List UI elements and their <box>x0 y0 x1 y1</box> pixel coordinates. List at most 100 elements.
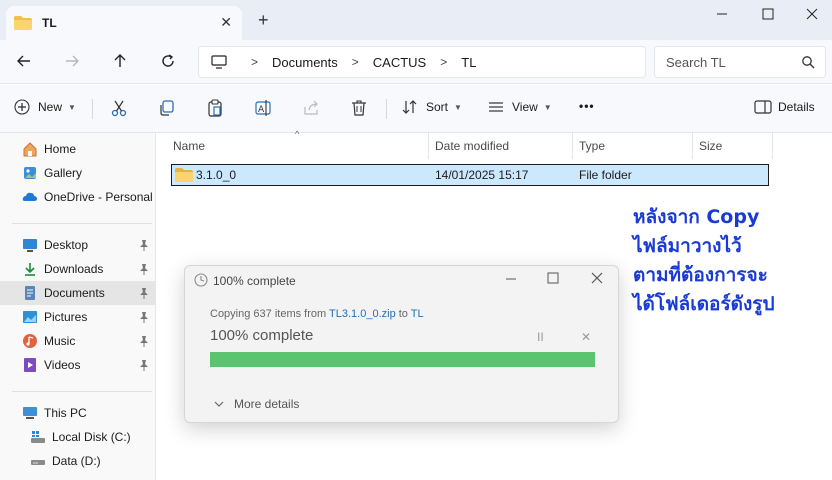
sidebar-item-label: Gallery <box>44 166 83 180</box>
pin-icon[interactable] <box>139 287 149 299</box>
plus-circle-icon <box>14 99 30 115</box>
share-icon <box>304 100 318 115</box>
paste-button[interactable] <box>206 99 224 117</box>
annotation-line: ตามที่ต้องการจะ <box>633 264 768 286</box>
pin-icon[interactable] <box>139 311 149 323</box>
chevron-down-icon <box>214 401 224 407</box>
sidebar-item-music[interactable]: Music <box>0 329 155 353</box>
sort-button[interactable]: Sort ▼ <box>402 99 462 115</box>
trash-icon <box>352 100 366 116</box>
pin-icon[interactable] <box>139 335 149 347</box>
annotation-line: ได้โฟล์เดอร์ดังรูป <box>633 293 775 315</box>
sidebar-item-this-pc[interactable]: This PC <box>0 401 155 425</box>
download-icon <box>22 261 38 277</box>
sidebar-item-pictures[interactable]: Pictures <box>0 305 155 329</box>
monitor-icon <box>211 55 227 69</box>
search-icon <box>802 56 815 69</box>
sidebar-item-documents[interactable]: Documents <box>0 281 155 305</box>
pin-icon[interactable] <box>139 359 149 371</box>
pin-icon[interactable] <box>139 263 149 275</box>
svg-text:A: A <box>258 105 265 115</box>
details-button[interactable]: Details <box>754 99 815 115</box>
maximize-icon <box>762 8 774 20</box>
dialog-maximize-button[interactable] <box>547 272 559 287</box>
clipboard-icon <box>208 99 222 117</box>
sidebar-item-local-disk-c[interactable]: Local Disk (C:) <box>0 425 155 449</box>
table-row[interactable]: 3.1.0_0 14/01/2025 15:17 File folder <box>171 164 769 186</box>
gallery-icon <box>22 165 38 181</box>
copy-description: Copying 637 items from TL3.1.0_0.zip to … <box>210 308 424 320</box>
more-details-button[interactable]: More details <box>214 397 299 411</box>
column-header-type[interactable]: Type <box>573 133 693 159</box>
sidebar-item-gallery[interactable]: Gallery <box>0 161 155 185</box>
progress-bar-fill <box>210 352 595 367</box>
cancel-copy-button[interactable]: ✕ <box>581 330 591 344</box>
pin-icon[interactable] <box>139 239 149 251</box>
new-label: New <box>38 100 63 114</box>
refresh-icon <box>162 54 174 67</box>
dialog-close-button[interactable] <box>591 272 603 287</box>
sidebar-item-videos[interactable]: Videos <box>0 353 155 377</box>
copy-button[interactable] <box>158 99 176 117</box>
home-icon <box>22 141 38 157</box>
view-label: View <box>512 100 538 114</box>
chevron-right-icon: > <box>251 55 259 69</box>
minimize-icon <box>506 278 516 280</box>
copy-progress-dialog: 100% complete Copying 637 items from TL3… <box>184 265 619 423</box>
source-link[interactable]: TL3.1.0_0.zip <box>329 308 396 320</box>
forward-button[interactable] <box>60 50 84 72</box>
maximize-button[interactable] <box>756 4 780 24</box>
copy-description-prefix: Copying 637 items from <box>210 308 330 320</box>
progress-bar <box>210 352 595 367</box>
copy-icon <box>160 100 174 116</box>
folder-icon <box>175 168 193 182</box>
new-tab-button[interactable]: + <box>258 10 269 31</box>
view-button[interactable]: View ▼ <box>488 99 552 115</box>
back-button[interactable] <box>12 50 36 72</box>
cut-button[interactable] <box>110 99 128 117</box>
breadcrumb[interactable]: > Documents > CACTUS > TL <box>198 46 646 78</box>
tab-close-icon[interactable]: ✕ <box>220 14 232 31</box>
rename-button[interactable]: A <box>254 99 272 117</box>
dialog-minimize-button[interactable] <box>505 272 517 287</box>
chevron-down-icon: ▼ <box>454 102 462 112</box>
sort-icon <box>402 100 417 114</box>
search-input[interactable]: Search TL <box>654 46 826 78</box>
sidebar-item-desktop[interactable]: Desktop <box>0 233 155 257</box>
close-window-button[interactable] <box>800 4 824 24</box>
delete-button[interactable] <box>350 99 368 117</box>
navigation-pane: Home Gallery OneDrive - Personal Desktop… <box>0 133 156 480</box>
breadcrumb-tl[interactable]: TL <box>461 55 476 70</box>
breadcrumb-cactus[interactable]: CACTUS <box>373 55 426 70</box>
destination-link[interactable]: TL <box>411 308 424 320</box>
column-header-date-modified[interactable]: Date modified <box>429 133 573 159</box>
sidebar-item-label: Downloads <box>44 262 104 276</box>
sidebar-item-downloads[interactable]: Downloads <box>0 257 155 281</box>
share-button[interactable] <box>302 99 320 117</box>
breadcrumb-documents[interactable]: Documents <box>272 55 338 70</box>
up-button[interactable] <box>108 50 132 72</box>
progress-status: 100% complete <box>210 327 314 344</box>
more-options-button[interactable]: ••• <box>579 99 595 113</box>
minimize-button[interactable] <box>710 4 734 24</box>
new-button[interactable]: New ▼ <box>14 99 76 115</box>
clock-icon <box>194 273 208 287</box>
refresh-button[interactable] <box>156 50 180 72</box>
column-header-name[interactable]: Name <box>167 133 429 159</box>
close-icon <box>591 272 603 284</box>
sidebar-item-data-d[interactable]: Data (D:) <box>0 449 155 473</box>
tab-tl[interactable]: TL ✕ <box>6 6 242 40</box>
pause-button[interactable]: II <box>537 330 544 344</box>
videos-icon <box>22 357 38 373</box>
folder-icon <box>14 16 32 30</box>
sidebar-item-onedrive[interactable]: OneDrive - Personal <box>0 185 155 209</box>
search-placeholder: Search TL <box>666 54 726 70</box>
file-date: 14/01/2025 15:17 <box>435 168 529 182</box>
sidebar-item-label: OneDrive - Personal <box>44 190 153 204</box>
column-header-size[interactable]: Size <box>693 133 773 159</box>
toolbar-divider <box>386 99 387 119</box>
sidebar-item-label: Desktop <box>44 238 89 252</box>
sidebar-item-home[interactable]: Home <box>0 137 155 161</box>
pictures-icon <box>22 309 38 325</box>
rename-icon: A <box>255 100 271 116</box>
